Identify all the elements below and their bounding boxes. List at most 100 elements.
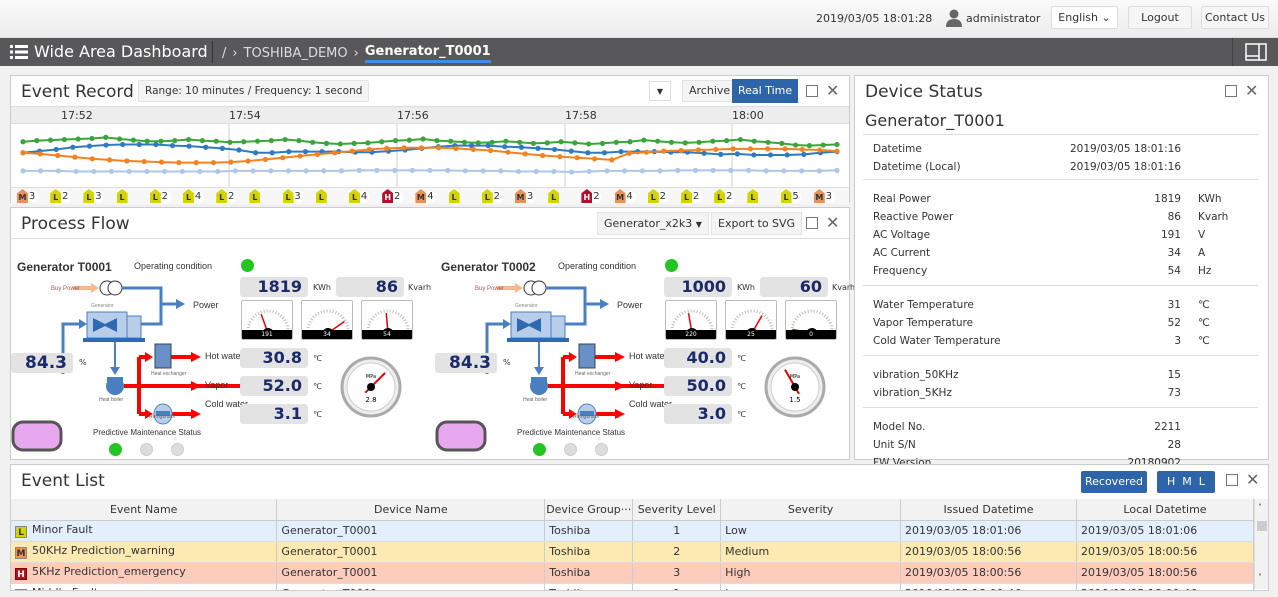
realtime-button[interactable]: Real Time [732, 79, 799, 103]
data-point [724, 138, 730, 144]
maximize-icon[interactable] [1225, 85, 1237, 97]
maximize-icon[interactable] [806, 217, 818, 229]
event-marker[interactable]: L5 [780, 189, 802, 203]
vapor-label: Vapor [205, 380, 229, 390]
event-marker[interactable]: L3 [282, 189, 304, 203]
event-marker[interactable]: L2 [481, 189, 503, 203]
data-point [193, 160, 199, 166]
breadcrumb-current[interactable]: Generator_T0001 [364, 44, 491, 63]
event-marker[interactable]: M4 [614, 189, 636, 203]
event-marker[interactable]: L [249, 189, 261, 203]
table-row[interactable]: LMiddle FaultGenerator_T0001Toshiba1Low2… [11, 583, 1255, 590]
column-header[interactable]: Device Group··· [544, 499, 634, 521]
unit-label: ℃ [313, 354, 322, 363]
data-point [801, 151, 807, 157]
language-select[interactable]: English ⌄ [1051, 6, 1118, 29]
logout-button[interactable]: Logout [1128, 6, 1192, 29]
table-row[interactable]: H 5KHz Prediction_emergency Generator_T000… [11, 562, 1255, 584]
device-name-cell: Generator_T0001 [276, 583, 546, 590]
event-marker[interactable]: L [315, 189, 327, 203]
list-menu-icon [10, 44, 28, 59]
event-marker[interactable]: L2 [714, 189, 736, 203]
pm-status-label: Predictive Maintenance Status [93, 428, 202, 437]
data-point [401, 145, 407, 151]
event-marker[interactable]: L2 [681, 189, 702, 203]
recovered-filter-button[interactable]: Recovered [1081, 471, 1147, 493]
data-point [503, 138, 509, 144]
event-marker[interactable]: L4 [349, 189, 370, 203]
event-marker[interactable]: M3 [813, 189, 835, 203]
maximize-icon[interactable] [806, 85, 818, 97]
event-marker[interactable]: L2 [647, 189, 669, 203]
contact-us-button[interactable]: Contact Us [1201, 6, 1269, 29]
severity-level-cell: 1 [632, 583, 722, 590]
user-menu[interactable]: administrator [946, 9, 1040, 27]
close-icon[interactable]: ✕ [1246, 472, 1259, 488]
event-marker[interactable]: L2 [50, 189, 72, 203]
event-marker[interactable]: L3 [83, 189, 105, 203]
event-marker[interactable]: L2 [216, 189, 238, 203]
nav-bar: Wide Area Dashboard / › TOSHIBA_DEMO › G… [0, 38, 1278, 66]
event-marker[interactable]: M3 [515, 189, 536, 203]
severity-filter-button[interactable]: H M L [1157, 471, 1215, 493]
severity-L-icon: L [83, 189, 95, 203]
table-row[interactable]: L Minor Fault Generator_T0001 Toshiba 1 Low 20… [11, 520, 1255, 542]
row-value: 15 [1167, 369, 1181, 381]
event-marker[interactable]: L4 [183, 189, 204, 203]
row-value: 2211 [1154, 421, 1181, 433]
data-point [236, 147, 242, 153]
data-point [535, 145, 541, 151]
event-marker[interactable]: M4 [415, 189, 437, 203]
caret-down-icon: ▼ [656, 87, 664, 96]
table-scrollbar[interactable]: ˄ ˅ [1254, 499, 1268, 589]
status-row: AC Voltage 191 V [873, 226, 1233, 244]
data-point [384, 145, 390, 151]
close-icon[interactable]: ✕ [826, 215, 839, 231]
scroll-up-icon[interactable]: ˄ [1258, 503, 1262, 512]
column-header[interactable]: Event Name [11, 499, 278, 521]
hot-water-temp-value: 30.8 [240, 348, 308, 368]
row-unit: ℃ [1198, 317, 1210, 329]
generator-type-select[interactable]: Generator_x2k3 ▼ [597, 212, 709, 235]
chevron-right-icon: › [353, 46, 359, 61]
export-svg-button[interactable]: Export to SVG [711, 212, 803, 235]
event-marker[interactable]: H2 [581, 189, 603, 203]
row-unit: ℃ [1198, 299, 1210, 311]
data-point [522, 151, 528, 157]
column-header[interactable]: Issued Datetime [900, 499, 1077, 521]
breadcrumb-group[interactable]: TOSHIBA_DEMO [244, 46, 348, 61]
range-frequency-selector[interactable]: Range: 10 minutes / Frequency: 1 second [138, 80, 370, 102]
maximize-icon[interactable] [1226, 474, 1238, 486]
table-row[interactable]: M 50KHz Prediction_warning Generator_T0001… [11, 541, 1255, 563]
refrigerator-label: Refrigerator [149, 414, 176, 420]
dashboard-menu[interactable]: Wide Area Dashboard [10, 42, 208, 61]
event-marker[interactable]: M3 [17, 189, 38, 203]
data-point [601, 150, 608, 156]
archive-button[interactable]: Archive [682, 80, 738, 102]
row-value: 1819 [1154, 193, 1181, 205]
close-icon[interactable]: ✕ [1245, 83, 1258, 99]
device-name-cell: Generator_T0001 [276, 520, 546, 542]
event-marker[interactable]: H2 [382, 189, 404, 203]
column-header[interactable]: Local Datetime [1076, 499, 1255, 521]
layout-toggle-button[interactable] [1232, 38, 1278, 66]
scroll-thumb[interactable] [1257, 521, 1267, 531]
column-header[interactable]: Severity [720, 499, 902, 521]
breadcrumb-root[interactable]: / [222, 46, 226, 61]
event-marker[interactable]: L2 [149, 189, 171, 203]
data-point [252, 150, 259, 156]
event-marker[interactable]: L [116, 189, 128, 203]
event-marker[interactable]: L [448, 189, 460, 203]
data-point [713, 146, 719, 153]
close-icon[interactable]: ✕ [826, 83, 839, 99]
event-marker[interactable]: L [548, 189, 560, 203]
event-marker[interactable]: L [747, 189, 759, 203]
row-unit: Kvarh [1198, 211, 1229, 223]
data-point [136, 141, 142, 148]
column-header[interactable]: Severity Level [632, 499, 722, 521]
column-header[interactable]: Device Name [276, 499, 546, 521]
time-tick: 17:52 [61, 109, 93, 122]
data-point [518, 144, 524, 150]
scroll-down-icon[interactable]: ˅ [1258, 573, 1262, 582]
range-dropdown-button[interactable]: ▼ [649, 81, 671, 101]
